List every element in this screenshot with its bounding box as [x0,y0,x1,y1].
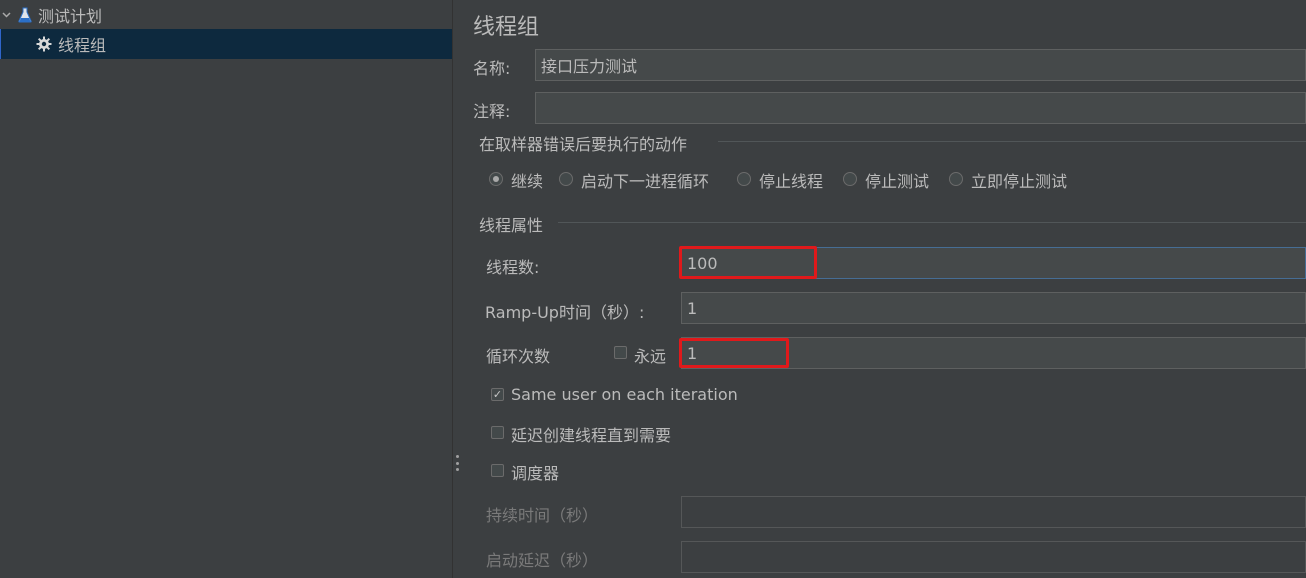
rampup-label: Ramp-Up时间（秒）: [485,303,645,322]
startup-delay-input[interactable] [681,541,1306,573]
on-error-section-title: 在取样器错误后要执行的动作 [479,135,688,154]
thread-props-section-title: 线程属性 [479,216,544,235]
threads-label: 线程数: [486,258,540,277]
same-user-label: Same user on each iteration [511,385,738,404]
name-input[interactable]: 接口压力测试 [535,49,1306,81]
test-plan-tree: 测试计划 线程组 [0,0,452,578]
flask-icon [18,7,32,23]
radio-label-continue: 继续 [511,172,544,191]
name-label: 名称: [473,59,511,78]
duration-label: 持续时间（秒） [486,506,599,525]
tree-item-test-plan[interactable]: 测试计划 [0,0,452,30]
comment-input[interactable] [535,92,1306,124]
delay-thread-creation-label: 延迟创建线程直到需要 [511,426,672,445]
radio-stop-test[interactable] [843,172,857,186]
section-divider [718,141,1306,142]
radio-stop-test-now[interactable] [949,172,963,186]
tree-item-thread-group[interactable]: 线程组 [0,29,452,59]
radio-label-stop-test: 停止测试 [865,172,930,191]
loop-forever-label: 永远 [634,347,667,366]
radio-label-stop-test-now: 立即停止测试 [971,172,1068,191]
radio-stop-thread[interactable] [737,172,751,186]
gear-icon [36,36,52,52]
radio-label-stop-thread: 停止线程 [759,172,824,191]
thread-group-form: 线程组 名称: 接口压力测试 注释: 在取样器错误后要执行的动作 继续 启动下一… [462,0,1306,578]
pane-splitter[interactable] [452,0,462,578]
section-divider [558,222,1306,223]
tree-item-label: 测试计划 [38,7,103,26]
radio-continue[interactable] [489,172,503,186]
radio-start-next-loop[interactable] [559,172,573,186]
loop-forever-checkbox[interactable] [614,346,627,359]
delay-thread-creation-checkbox[interactable] [491,426,504,439]
highlight-box [679,246,817,279]
page-title: 线程组 [473,15,540,40]
same-user-checkbox[interactable]: ✓ [491,388,504,401]
rampup-input[interactable]: 1 [681,292,1306,324]
chevron-down-icon[interactable] [1,12,11,18]
duration-input[interactable] [681,496,1306,528]
drag-handle-icon[interactable] [455,455,459,471]
loop-label: 循环次数 [486,347,551,366]
tree-item-label: 线程组 [58,36,107,55]
highlight-box [679,338,789,368]
startup-delay-label: 启动延迟（秒） [486,551,599,570]
comment-label: 注释: [473,102,511,121]
scheduler-checkbox[interactable] [491,464,504,477]
radio-label-start-next-loop: 启动下一进程循环 [581,172,710,191]
scheduler-label: 调度器 [511,464,560,483]
